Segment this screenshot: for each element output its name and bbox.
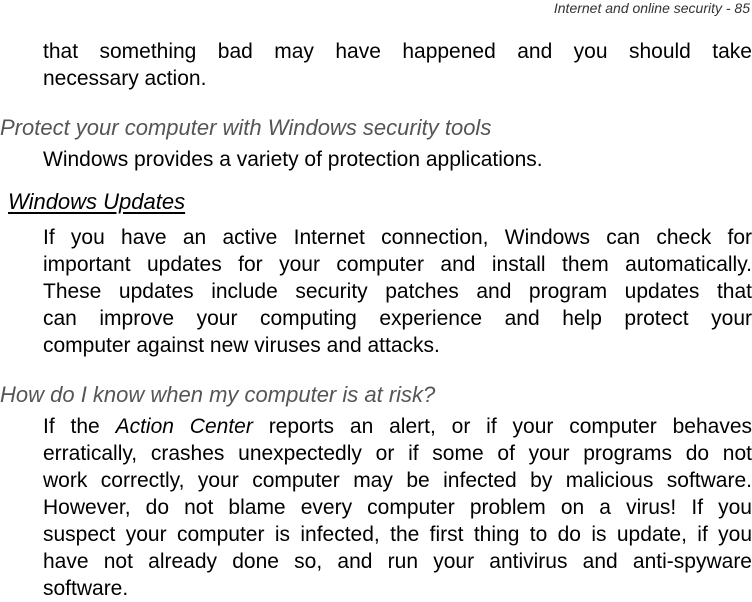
paragraph-line: can improve your computing experience an… — [43, 307, 752, 330]
section-heading-protect: Protect your computer with Windows secur… — [0, 115, 492, 140]
paragraph-line: important updates for your computer and … — [43, 253, 752, 276]
paragraph-line: have not already done so, and run your a… — [43, 550, 752, 573]
paragraph-line: suspect your computer is infected, the f… — [43, 523, 752, 546]
paragraph-line: These updates include security patches a… — [43, 280, 752, 303]
page-header: Internet and online security - 85 — [553, 0, 750, 16]
section-heading-risk: How do I know when my computer is at ris… — [0, 382, 436, 407]
paragraph-line: work correctly, your computer may be inf… — [43, 469, 752, 492]
section-heading-windows-updates: Windows Updates — [8, 189, 186, 214]
paragraph-line: If the Action Center reports an alert, o… — [43, 413, 752, 440]
protect-body: Windows provides a variety of protection… — [43, 148, 543, 171]
paragraph-line: computer against new viruses and attacks… — [43, 334, 440, 357]
line-text: reports an alert, or if your computer be… — [268, 415, 752, 438]
paragraph-line: that something bad may have happened and… — [43, 40, 752, 63]
intro-paragraph: that something bad may have happened and… — [43, 38, 752, 92]
paragraph-line: software. — [43, 577, 129, 600]
risk-paragraph: If the Action Center reports an alert, o… — [43, 413, 752, 602]
action-center-emphasis: Action Center — [115, 415, 253, 438]
windows-updates-paragraph: If you have an active Internet connectio… — [43, 224, 752, 359]
line-text: If the — [43, 415, 100, 438]
paragraph-line: necessary action. — [43, 67, 207, 90]
paragraph-line: However, do not blame every computer pro… — [43, 496, 752, 519]
paragraph-line: erratically, crashes unexpectedly or if … — [43, 442, 752, 465]
paragraph-line: If you have an active Internet connectio… — [43, 226, 752, 249]
